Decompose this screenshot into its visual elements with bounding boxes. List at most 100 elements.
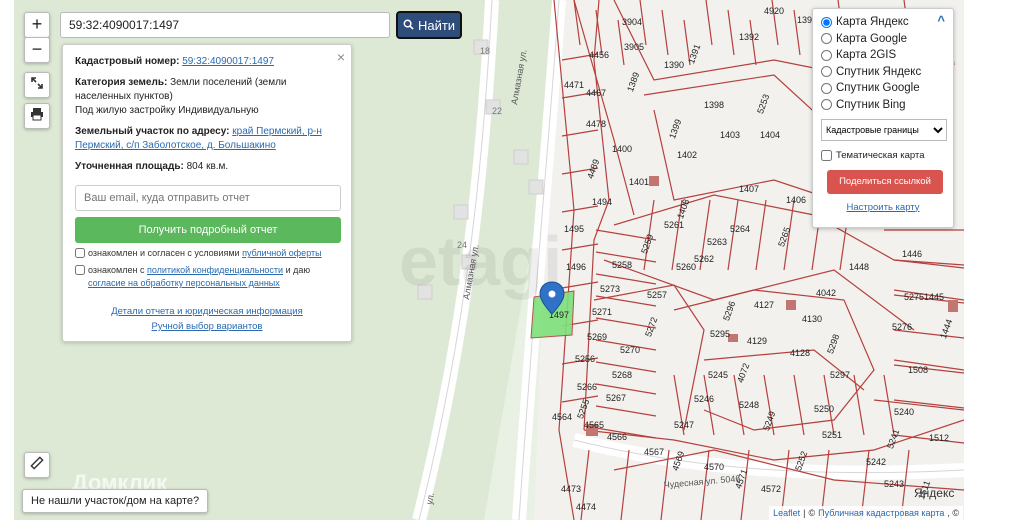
overlay-select[interactable]: Кадастровые границы [821,119,947,141]
parcel-label: 5256 [575,354,595,364]
parcel-label: 1494 [592,197,612,207]
cadastral-label: Кадастровый номер: [75,56,180,67]
consent-offer-text: ознакомлен и согласен с условиями публич… [88,248,322,258]
parcel-label: 5243 [884,479,904,489]
offer-link[interactable]: публичной оферты [242,248,322,258]
consent-offer-checkbox[interactable] [75,248,85,258]
basemap-label: Спутник Яндекс [836,65,922,78]
zoom-out-button[interactable]: − [24,37,50,63]
parcel-label: 1445 [924,292,944,302]
thematic-checkbox[interactable] [821,149,832,161]
parcel-label: 5295 [710,329,730,339]
basemap-label: Карта Яндекс [836,16,909,29]
basemap-radio[interactable] [821,16,832,28]
get-report-button[interactable]: Получить подробный отчет [75,217,341,243]
fullscreen-button[interactable] [24,72,50,98]
ruler-button[interactable] [24,452,50,478]
manual-select-link[interactable]: Ручной выбор вариантов [152,321,263,332]
details-link[interactable]: Детали отчета и юридическая информация [111,306,303,317]
attribution: Leaflet | © Публичная кадастровая карта … [769,506,963,520]
parcel-label: 4474 [576,502,596,512]
parcel-label: 5245 [708,370,728,380]
zoom-in-button[interactable]: + [24,12,50,38]
parcel-label: 1401 [629,177,649,187]
area-row: Уточненная площадь: 804 кв.м. [75,160,339,174]
thematic-row: Тематическая карта [821,147,945,164]
parcel-label: 1446 [902,249,922,259]
parcel-label: 1402 [677,150,697,160]
ruler-icon [30,454,44,474]
layers-panel: ^ Карта Яндекс Карта Google Карта 2GIS Спут… [812,8,954,228]
parcel-label: 1496 [566,262,586,272]
basemap-radio[interactable] [821,99,832,111]
parcel-label: 4128 [790,348,810,358]
basemap-radio[interactable] [821,82,832,94]
attribution-sep: | [803,508,806,518]
parcel-label: 4130 [802,314,822,324]
parcel-label: 5258 [612,260,632,270]
parcel-label: 5263 [707,237,727,247]
find-button[interactable]: Найти [396,11,462,39]
parcel-label: 5257 [647,290,667,300]
parcel-label: 4471 [564,80,584,90]
parcel-label: 1407 [739,184,759,194]
address-label: Земельный участок по адресу: [75,126,230,137]
consent-offer-row: ознакомлен и согласен с условиями публич… [75,247,339,260]
etagi-watermark: etagi [399,222,562,300]
not-found-button[interactable]: Не нашли участок/дом на карте? [22,489,209,513]
consent-privacy-checkbox[interactable] [75,265,85,275]
parcel-label: 4456 [589,50,609,60]
basemap-option[interactable]: Спутник Google [821,80,945,97]
basemap-label: Карта Google [836,32,908,45]
basemap-radio[interactable] [821,49,832,61]
parcel-label: 5297 [830,370,850,380]
parcel-label: 5273 [600,284,620,294]
basemap-option[interactable]: Карта 2GIS [821,47,945,64]
parcel-label: 4920 [764,6,784,16]
cadastral-link[interactable]: 59:32:4090017:1497 [182,56,274,67]
email-field[interactable] [75,185,341,211]
parcel-label: 4473 [561,484,581,494]
basemap-option[interactable]: Спутник Bing [821,97,945,114]
house [513,149,529,165]
parcel-label: 1448 [849,262,869,272]
building [649,176,659,186]
expand-icon [30,74,44,94]
parcel-info-panel: × Кадастровый номер: 59:32:4090017:1497 … [62,44,352,342]
configure-map-link[interactable]: Настроить карту [847,202,920,213]
basemap-option[interactable]: Карта Яндекс [821,14,945,31]
area-value: 804 кв.м. [186,161,229,172]
thematic-label: Тематическая карта [836,149,925,161]
leaflet-link[interactable]: Leaflet [773,508,800,518]
yandex-logo: Яндекс [914,486,954,500]
attribution-rest: , © [947,508,959,518]
parcel-label: 4564 [552,412,572,422]
basemap-option[interactable]: Спутник Яндекс [821,64,945,81]
parcel-label: 4567 [644,447,664,457]
address-row: Земельный участок по адресу: край Пермск… [75,125,339,153]
parcel-label: 5271 [592,307,612,317]
parcel-label: 4129 [747,336,767,346]
basemap-radio[interactable] [821,66,832,78]
building [948,300,958,312]
parcel-label: 5269 [587,332,607,342]
privacy-link[interactable]: политикой конфиденциальности [147,265,283,275]
pkk-link[interactable]: Публичная кадастровая карта [818,508,944,518]
parcel-label: 5250 [814,404,834,414]
collapse-layers-icon[interactable]: ^ [937,13,945,28]
search-input[interactable] [60,12,390,38]
parcel-label: 1392 [739,32,759,42]
close-icon[interactable]: × [337,49,345,65]
parcel-label: 3905 [624,42,644,52]
personal-data-link[interactable]: согласие на обработку персональных данны… [88,278,280,288]
parcel-label: 4566 [607,432,627,442]
parcel-label: 4127 [754,300,774,310]
print-button[interactable] [24,103,50,129]
basemap-option[interactable]: Карта Google [821,31,945,48]
parcel-label: 5267 [606,393,626,403]
house-number: 22 [492,106,502,116]
basemap-radio[interactable] [821,33,832,45]
share-link-button[interactable]: Поделиться ссылкой [827,169,943,194]
house [453,204,469,220]
parcel-label: 1390 [664,60,684,70]
